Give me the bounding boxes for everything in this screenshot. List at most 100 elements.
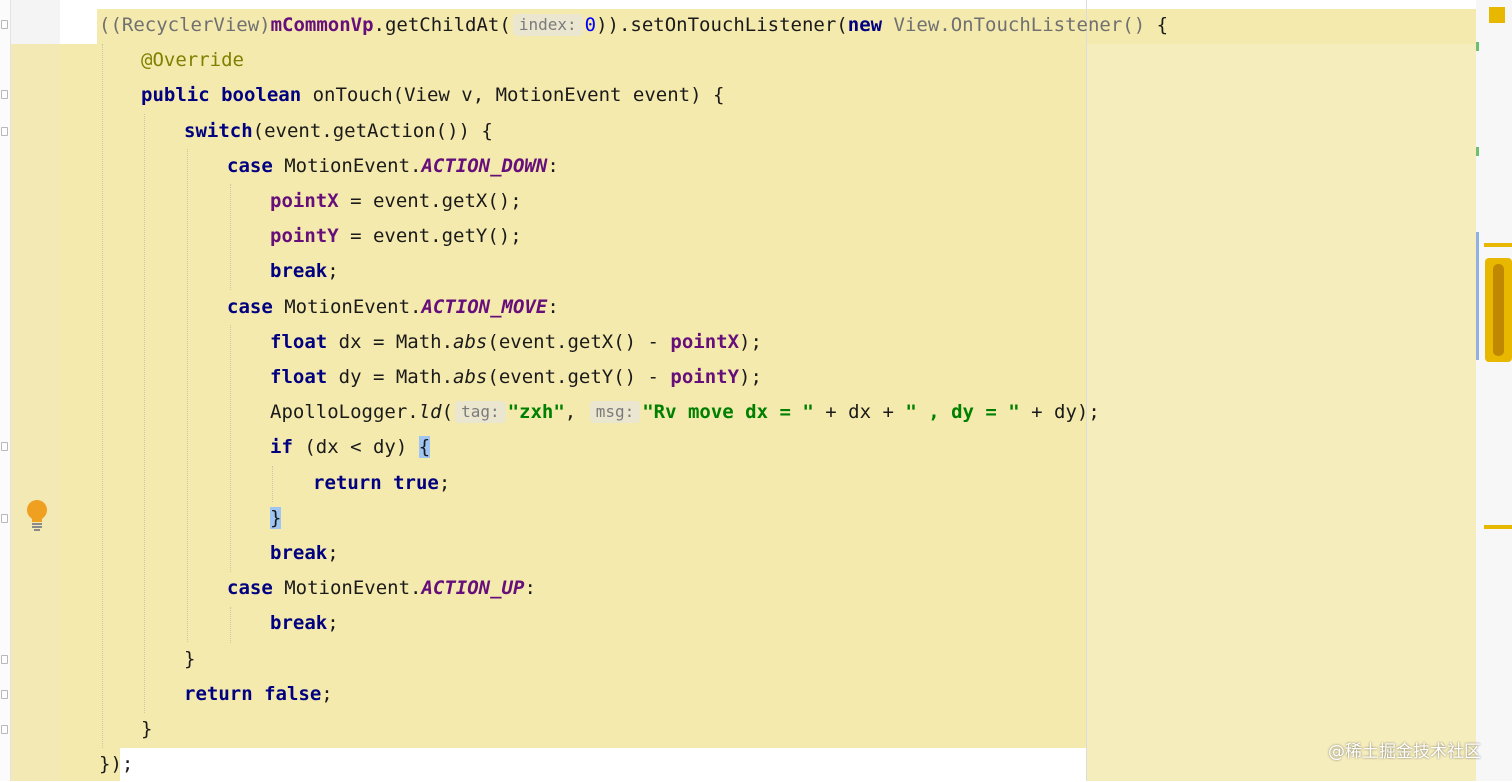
code-line[interactable]: case MotionEvent.ACTION_MOVE:: [227, 290, 559, 325]
code-token: public boolean: [141, 84, 302, 107]
code-line[interactable]: });: [99, 747, 133, 782]
warning-marker[interactable]: [1484, 243, 1512, 247]
block-highlight-right: [1086, 44, 1476, 781]
code-token: MotionEvent.: [272, 295, 422, 318]
right-margin-guide: [1086, 0, 1087, 781]
code-line[interactable]: float dx = Math.abs(event.getX() - point…: [270, 325, 762, 360]
code-token: break: [270, 612, 328, 635]
code-line[interactable]: pointX = event.getX();: [270, 184, 522, 219]
code-line[interactable]: ApolloLogger.ld(tag: "zxh", msg: "Rv move …: [270, 395, 1100, 430]
code-token: ((RecyclerView): [99, 14, 271, 36]
code-token: pointX: [670, 330, 740, 353]
fold-marker[interactable]: [1, 514, 8, 523]
inspection-status-icon[interactable]: [1489, 7, 1505, 23]
indent-guide: [230, 607, 231, 643]
code-token: :: [547, 154, 559, 177]
code-token: ;: [327, 260, 339, 283]
code-line[interactable]: switch(event.getAction()) {: [184, 114, 493, 149]
code-token: return false: [184, 682, 322, 705]
indent-guide: [102, 44, 103, 748]
code-token: + dx +: [813, 401, 906, 424]
code-line[interactable]: }: [141, 712, 152, 747]
code-token: float: [270, 366, 328, 388]
editor-scrollbar[interactable]: [1476, 0, 1512, 781]
code-token: ACTION_MOVE: [421, 295, 548, 318]
change-marker[interactable]: [1476, 42, 1479, 51]
code-token: 0: [584, 14, 597, 36]
code-line[interactable]: public boolean onTouch(View v, MotionEve…: [141, 78, 724, 113]
code-token: MotionEvent.: [272, 577, 422, 600]
code-line[interactable]: case MotionEvent.ACTION_UP:: [227, 571, 536, 606]
code-token: :: [547, 295, 559, 318]
code-token: {: [418, 436, 431, 459]
code-token: );: [739, 330, 762, 353]
code-token: .getChildAt(: [373, 14, 511, 36]
fold-marker[interactable]: [1, 90, 8, 99]
code-token: (dx < dy): [292, 436, 419, 459]
code-token: (event.getY() -: [487, 366, 671, 388]
code-line[interactable]: @Override: [141, 43, 244, 78]
code-token: mCommonVp: [270, 14, 374, 36]
code-token: (event.getX() -: [487, 330, 671, 353]
parameter-hint: msg:: [589, 401, 641, 424]
code-token: }: [270, 506, 282, 529]
code-line[interactable]: case MotionEvent.ACTION_DOWN:: [227, 149, 559, 184]
code-line[interactable]: float dy = Math.abs(event.getY() - point…: [270, 360, 762, 395]
fold-marker[interactable]: [1, 20, 8, 29]
fold-marker[interactable]: [1, 655, 8, 664]
code-token: ,: [564, 401, 588, 424]
code-line[interactable]: }: [184, 642, 195, 677]
code-line[interactable]: return true;: [313, 466, 450, 501]
code-token: ;: [438, 471, 451, 494]
code-token: = event.getY();: [338, 225, 522, 248]
code-token: switch: [184, 119, 253, 142]
code-token: ACTION_DOWN: [421, 154, 548, 177]
watermark: @稀土掘金技术社区: [1328, 742, 1481, 762]
fold-marker-strip: [0, 0, 11, 781]
code-token: case: [227, 577, 273, 600]
code-token: {: [1145, 14, 1169, 36]
code-line[interactable]: if (dx < dy) {: [270, 430, 431, 465]
indent-guide: [272, 466, 273, 502]
code-line[interactable]: ((RecyclerView)mCommonVp.getChildAt(inde…: [99, 8, 1168, 43]
code-token: case: [227, 295, 273, 318]
indent-guide: [230, 184, 231, 290]
code-token: pointY: [670, 366, 740, 388]
code-token: abs: [453, 366, 488, 388]
code-token: dx = Math.: [327, 330, 454, 353]
code-line[interactable]: break;: [270, 606, 339, 641]
code-token: if: [270, 436, 293, 459]
fold-marker[interactable]: [1, 690, 8, 699]
lightbulb-icon[interactable]: [25, 499, 49, 531]
parameter-hint: index:: [512, 14, 583, 36]
scroll-track-highlight: [1476, 232, 1479, 360]
scroll-thumb[interactable]: [1485, 258, 1512, 362]
code-line[interactable]: break;: [270, 254, 339, 289]
code-token: pointY: [270, 225, 339, 248]
code-line[interactable]: return false;: [184, 677, 333, 712]
code-token: pointX: [270, 190, 339, 212]
change-marker[interactable]: [1476, 147, 1479, 156]
code-token: "Rv move dx = ": [642, 401, 814, 424]
code-line[interactable]: }: [270, 501, 282, 536]
code-line[interactable]: break;: [270, 536, 339, 571]
code-token: break: [270, 260, 328, 283]
code-token: (event.getAction()) {: [252, 119, 493, 142]
code-line[interactable]: pointY = event.getY();: [270, 219, 522, 254]
code-token: + dy);: [1019, 401, 1100, 424]
code-token: dy = Math.: [327, 366, 454, 388]
code-token: ;: [321, 682, 333, 705]
code-token: ld: [418, 401, 442, 424]
code-token: ;: [327, 612, 339, 635]
fold-marker[interactable]: [1, 725, 8, 734]
code-token: = event.getX();: [338, 190, 522, 212]
warning-marker[interactable]: [1484, 525, 1512, 529]
indent-guide: [144, 114, 145, 713]
code-token: );: [739, 366, 762, 388]
indent-guide: [187, 149, 188, 642]
code-token: " , dy = ": [905, 401, 1020, 424]
code-token: ACTION_UP: [421, 577, 525, 600]
fold-marker[interactable]: [1, 442, 8, 451]
parameter-hint: tag:: [455, 401, 506, 424]
fold-marker[interactable]: [1, 127, 8, 136]
